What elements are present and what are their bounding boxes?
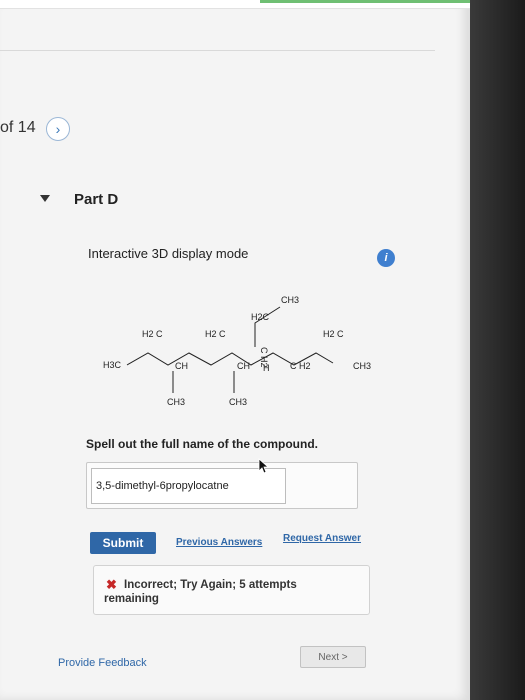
caret-down-icon[interactable] (40, 195, 50, 202)
label-h-mid: H (263, 363, 270, 373)
answer-input[interactable] (91, 468, 286, 504)
display-mode-label[interactable]: Interactive 3D display mode (88, 246, 248, 261)
label-ch2-a: H2 C (142, 329, 163, 339)
top-strip (0, 0, 470, 9)
provide-feedback-link[interactable]: Provide Feedback (58, 657, 147, 669)
answer-container (86, 462, 358, 509)
progress-accent (260, 0, 470, 3)
label-ch3-b: CH3 (229, 397, 247, 407)
request-answer-link[interactable]: Request Answer (283, 533, 361, 544)
label-c-low: C H2 (290, 361, 311, 371)
chevron-right-icon: › (55, 121, 61, 137)
screen: of 14 › Part D Interactive 3D display mo… (0, 0, 470, 700)
part-title[interactable]: Part D (74, 191, 118, 208)
pager-label: of 14 (0, 119, 36, 136)
label-ch3-top: CH3 (281, 295, 299, 305)
label-ch-a: CH (175, 361, 188, 371)
next-item-button[interactable]: › (46, 117, 70, 141)
label-ch2-right: H2 C (323, 329, 344, 339)
next-button[interactable]: Next > (300, 646, 366, 668)
mouse-cursor-icon (258, 458, 270, 474)
previous-answers-link[interactable]: Previous Answers (176, 537, 262, 548)
feedback-message: Incorrect; Try Again; 5 attempts remaini… (104, 579, 297, 605)
label-h2c-top: H2C (251, 312, 270, 322)
label-h3c-left: H3C (103, 360, 122, 370)
label-ch3-right: CH3 (353, 361, 371, 371)
info-icon[interactable]: i (377, 249, 395, 267)
label-ch2-b: H2 C (205, 329, 226, 339)
label-ch-b: CH (237, 361, 250, 371)
molecule-structure: H3C H2 C CH CH3 H2 C CH CH3 H2C CH3 C H2… (103, 295, 371, 407)
question-prompt: Spell out the full name of the compound. (86, 437, 318, 451)
monitor-bezel (470, 0, 525, 700)
label-ch3-a: CH3 (167, 397, 185, 407)
header-divider (0, 50, 435, 51)
submit-button[interactable]: Submit (90, 532, 156, 554)
feedback-panel: ✖ Incorrect; Try Again; 5 attempts remai… (93, 565, 370, 615)
